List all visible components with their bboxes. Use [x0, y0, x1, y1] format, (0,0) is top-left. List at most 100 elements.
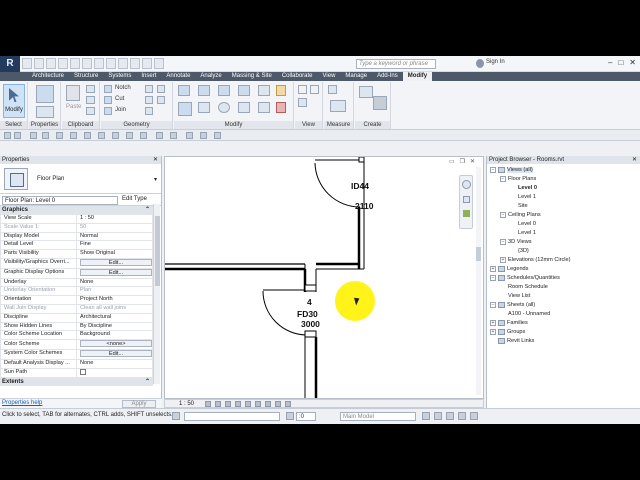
property-row[interactable]: Color Scheme <none>	[0, 339, 153, 350]
redo-icon[interactable]	[58, 58, 68, 69]
property-row[interactable]: Scale Value 1: 50	[0, 222, 153, 233]
property-row[interactable]: Visibility/Graphics Overri... Edit...	[0, 257, 153, 269]
tab-insert[interactable]: Insert	[136, 72, 161, 81]
tree-item[interactable]: − Ceiling Plans	[487, 211, 570, 220]
cut-icon[interactable]	[86, 85, 95, 93]
property-row[interactable]: Parts Visibility Show Original	[0, 249, 153, 259]
cut-label[interactable]: Cut	[115, 96, 124, 102]
property-row[interactable]: Underlay Orientation Plan	[0, 286, 153, 297]
tree-item[interactable]: Site	[487, 202, 570, 211]
text-icon[interactable]	[94, 58, 104, 69]
property-value[interactable]: None	[76, 358, 153, 369]
option-icon[interactable]	[56, 132, 63, 139]
property-value[interactable]: Fine	[76, 240, 153, 251]
modify-button[interactable]: Modify	[3, 84, 25, 118]
dimension-tag[interactable]: 2110	[355, 201, 373, 211]
property-value[interactable]: Edit...	[76, 348, 153, 360]
override-icon[interactable]	[310, 85, 319, 94]
sun-path-icon[interactable]	[225, 401, 231, 407]
tree-item[interactable]: Level 1	[487, 229, 570, 238]
tree-item[interactable]: View List	[487, 292, 570, 301]
tab-architecture[interactable]: Architecture	[27, 72, 69, 81]
collapse-icon[interactable]: −	[500, 238, 506, 245]
tab-add-ins[interactable]: Add-Ins	[372, 72, 403, 81]
door-mark-tag[interactable]: 4	[307, 297, 312, 307]
property-value[interactable]: Edit...	[76, 267, 153, 279]
trim-icon[interactable]	[238, 102, 250, 113]
select-pinned-icon[interactable]	[434, 412, 442, 420]
option-icon[interactable]	[140, 132, 147, 139]
property-value[interactable]: Edit...	[76, 257, 153, 269]
property-row[interactable]: Color Scheme Location Background	[0, 330, 153, 341]
option-icon[interactable]	[126, 132, 133, 139]
property-row[interactable]: Sun Path	[0, 367, 153, 378]
collapse-icon[interactable]: −	[500, 175, 506, 182]
tab-analyze[interactable]: Analyze	[195, 72, 226, 81]
collapse-icon[interactable]: −	[490, 274, 496, 281]
worksets-icon[interactable]	[172, 412, 180, 420]
option-icon[interactable]	[214, 132, 221, 139]
tree-item[interactable]: Room Schedule	[487, 283, 570, 292]
property-value[interactable]: 50	[76, 222, 153, 233]
copy-icon[interactable]	[86, 96, 95, 104]
property-row[interactable]: Detail Level Fine	[0, 240, 153, 251]
save-icon[interactable]	[34, 58, 44, 69]
match-properties-icon[interactable]	[86, 107, 95, 115]
tab-structure[interactable]: Structure	[69, 72, 103, 81]
tab-manage[interactable]: Manage	[340, 72, 372, 81]
option-icon[interactable]	[186, 132, 193, 139]
linework-icon[interactable]	[298, 98, 307, 107]
expand-icon[interactable]: +	[500, 256, 506, 263]
property-row[interactable]: Show Hidden Lines By Discipline	[0, 321, 153, 332]
view-scale[interactable]: 1 : 50	[179, 400, 194, 408]
chevron-down-icon[interactable]: ▾	[154, 176, 157, 183]
property-value[interactable]: <none>	[76, 339, 153, 350]
property-row[interactable]: View Scale 1 : 50	[0, 214, 153, 224]
dimension-tag[interactable]: 3000	[301, 319, 320, 329]
tree-item[interactable]: − Floor Plans	[487, 175, 570, 184]
select-links-icon[interactable]	[422, 412, 430, 420]
collapse-icon[interactable]: −	[490, 166, 496, 173]
minimize-icon[interactable]: –	[608, 58, 612, 67]
properties-scrollbar[interactable]	[153, 204, 160, 384]
notch-label[interactable]: Notch	[115, 85, 131, 91]
close-icon[interactable]: ✕	[153, 156, 158, 164]
collapse-icon[interactable]: ⌃	[145, 206, 150, 214]
tab-collaborate[interactable]: Collaborate	[277, 72, 318, 81]
tree-item[interactable]: − Sheets (all)	[487, 301, 570, 310]
unjoin-icon[interactable]	[145, 107, 153, 115]
option-icon[interactable]	[14, 132, 21, 139]
paint-icon[interactable]	[157, 85, 165, 93]
app-logo[interactable]: R	[0, 56, 20, 72]
measure-icon[interactable]	[82, 58, 92, 69]
tree-item[interactable]: + Families	[487, 319, 570, 328]
tab-systems[interactable]: Systems	[103, 72, 136, 81]
design-option-select[interactable]: Main Model	[340, 412, 416, 421]
option-icon[interactable]	[170, 132, 177, 139]
tree-item[interactable]: + Elevations (12mm Circle)	[487, 256, 570, 265]
option-icon[interactable]	[84, 132, 91, 139]
tab-modify[interactable]: Modify	[402, 72, 433, 81]
zoom-icon[interactable]	[463, 196, 470, 203]
section-icon[interactable]	[118, 58, 128, 69]
tree-item[interactable]: Level 0	[487, 184, 570, 193]
sign-in-link[interactable]: Sign In	[486, 59, 505, 65]
hide-icon[interactable]	[298, 85, 307, 94]
property-value[interactable]: 1 : 50	[76, 214, 153, 224]
expand-icon[interactable]: +	[490, 328, 496, 335]
paste-icon[interactable]	[66, 85, 80, 101]
tree-item[interactable]: Level 0	[487, 220, 570, 229]
mirror-draw-icon[interactable]	[238, 85, 250, 96]
drawing-canvas[interactable]: ▭ ❐ ✕ ID44 2110 4 FD30 3000	[164, 156, 484, 399]
edit-button[interactable]: <none>	[80, 340, 152, 348]
workset-select[interactable]	[184, 412, 280, 421]
pin-icon[interactable]	[276, 85, 286, 96]
tree-item[interactable]: + Groups	[487, 328, 570, 337]
room-tag[interactable]: ID44	[351, 181, 369, 191]
detail-level-icon[interactable]	[205, 401, 211, 407]
option-icon[interactable]	[112, 132, 119, 139]
mirror-axis-icon[interactable]	[218, 85, 230, 96]
edit-type-button[interactable]: Edit Type	[122, 196, 147, 202]
filter-count[interactable]: :0	[296, 412, 316, 421]
option-icon[interactable]	[156, 132, 163, 139]
